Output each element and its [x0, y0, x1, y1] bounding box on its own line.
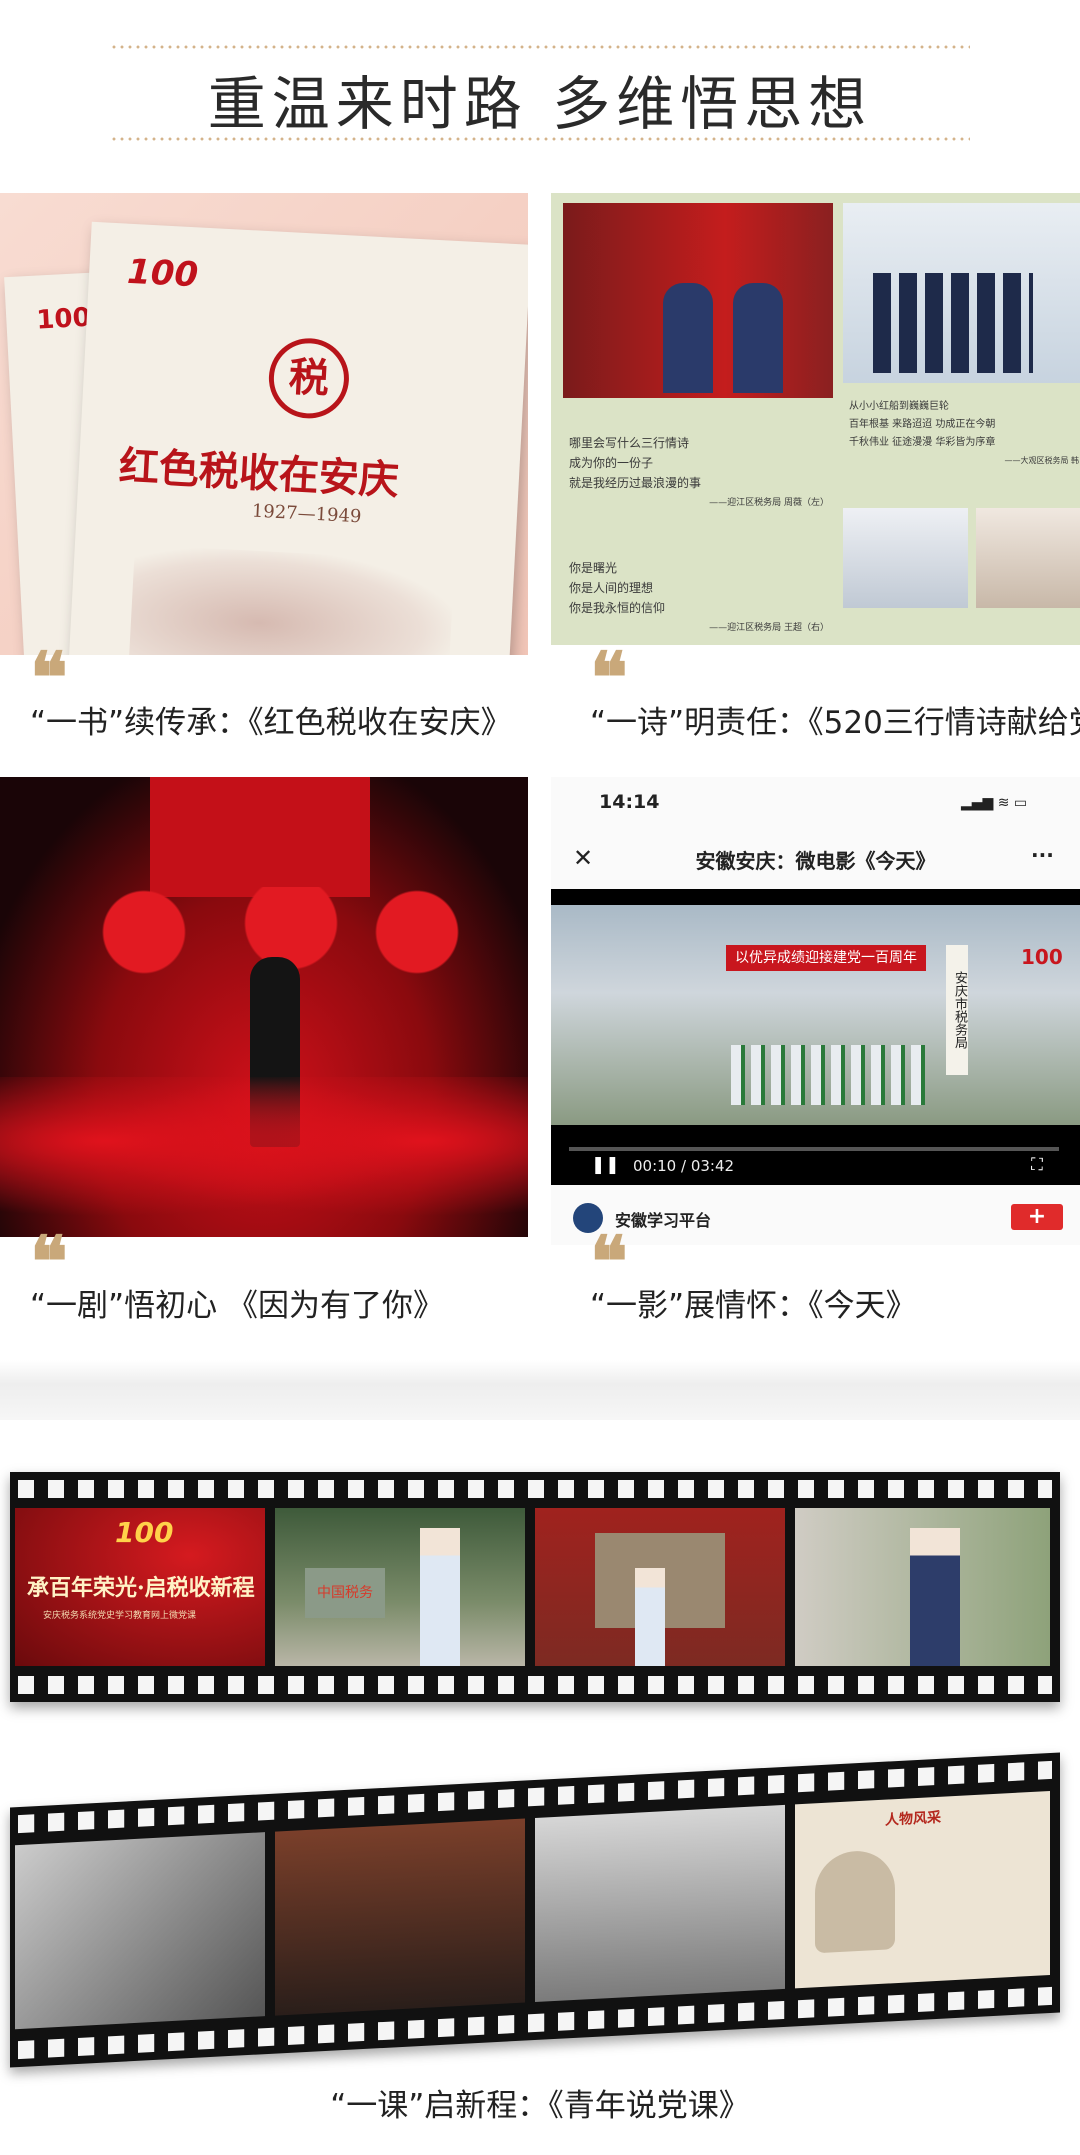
- divider-bottom: [110, 137, 970, 141]
- person-figure: [733, 283, 783, 393]
- caption-poem: “一诗”明责任：《520三行情诗献给党》: [590, 705, 1080, 741]
- book-illustration: [128, 544, 455, 655]
- film-frame: [535, 1804, 785, 2002]
- book-years: 1927—1949: [251, 500, 362, 528]
- frame-title: 人物风采: [885, 1809, 941, 1829]
- quote-icon: ❝: [590, 648, 628, 688]
- video-frame: 以优异成绩迎接建党一百周年 安庆市税务局 100: [551, 905, 1080, 1125]
- status-time: 14:14: [599, 791, 660, 813]
- book-photo: 100 100 税 红色税收在安庆 1927—1949: [0, 193, 528, 655]
- pause-icon[interactable]: ❚❚: [591, 1155, 620, 1175]
- film-frame: 人物风采: [795, 1791, 1050, 1989]
- stage-photo: [0, 777, 528, 1237]
- building-plaque: 安庆市税务局: [946, 945, 968, 1075]
- poem-collage: 哪里会写什么三行情诗 成为你的一份子 就是我经历过最浪漫的事 ——迎江区税务局 周薇…: [551, 193, 1080, 645]
- channel-name: 安徽学习平台: [615, 1211, 712, 1230]
- video-player[interactable]: 以优异成绩迎接建党一百周年 安庆市税务局 100 ❚❚ 00:10 / 03:4…: [551, 889, 1080, 1185]
- frame-title: 承百年荣光·启税收新程: [27, 1575, 255, 1601]
- page-title: 重温来时路 多维悟思想: [207, 70, 873, 138]
- portrait-sketch: [815, 1849, 895, 1954]
- group-figures: [731, 1045, 931, 1105]
- person-figure: [420, 1528, 460, 1666]
- film-frame: 100 承百年荣光·启税收新程 安庆税务系统党史学习教育网上微党课: [15, 1508, 265, 1666]
- film-holes: [18, 1480, 1052, 1498]
- film-frame: [535, 1508, 785, 1666]
- frame-subtitle: 安庆税务系统党史学习教育网上微党课: [43, 1611, 197, 1621]
- page-title-phone: 安徽安庆：微电影《今天》: [695, 849, 936, 873]
- poem-1: 哪里会写什么三行情诗 成为你的一份子 就是我经历过最浪漫的事 ——迎江区税务局 周薇…: [569, 436, 829, 508]
- follow-button[interactable]: +: [1011, 1204, 1063, 1230]
- poem-photo-1: [563, 203, 833, 398]
- film-holes: [18, 1676, 1052, 1694]
- badge-100-icon: 100: [35, 302, 92, 336]
- badge-100-icon: 100: [126, 251, 200, 296]
- page-header: 重温来时路 多维悟思想: [110, 45, 970, 145]
- phone-screenshot: 14:14 ▂▄▆ ≋ ▭ ✕ 安徽安庆：微电影《今天》 ··· 以优异成绩迎接…: [551, 777, 1080, 1245]
- poem-2: 你是曙光 你是人间的理想 你是我永恒的信仰 ——迎江区税务局 王超（右）: [569, 561, 829, 633]
- group-figures: [873, 273, 1033, 373]
- poem-3: 从小小红船到巍巍巨轮 百年根基 来路迢迢 功成正在今朝 千秋伟业 征途漫漫 华彩皆为…: [849, 401, 1079, 465]
- caption-film: “一影”展情怀：《今天》: [590, 1288, 917, 1324]
- signal-wifi-battery-icon: ▂▄▆ ≋ ▭: [961, 795, 1028, 811]
- video-banner: 以优异成绩迎接建党一百周年: [726, 945, 926, 971]
- stage-backdrop: [150, 777, 370, 897]
- film-strip-1: 100 承百年荣光·启税收新程 安庆税务系统党史学习教育网上微党课 中国税务: [10, 1472, 1060, 1702]
- video-time: 00:10 / 03:42: [633, 1157, 735, 1175]
- quote-icon: ❝: [30, 648, 68, 688]
- book-title: 红色税收在安庆: [117, 442, 400, 505]
- film-frame: [275, 1818, 525, 2016]
- film-strip-2: 人物风采: [10, 1752, 1060, 2068]
- caption-play: “一剧”悟初心 《因为有了你》: [30, 1288, 444, 1324]
- poem-photo-4: [976, 508, 1080, 608]
- badge-100-icon: 100: [115, 1516, 174, 1549]
- poem-photo-2: [843, 203, 1080, 383]
- book-front-cover: 100 税 红色税收在安庆 1927—1949: [68, 221, 528, 655]
- film-frame: [795, 1508, 1050, 1666]
- quote-icon: ❝: [590, 1232, 628, 1272]
- caption-book: “一书”续传承：《红色税收在安庆》: [30, 705, 512, 741]
- red-skirts: [0, 1077, 528, 1237]
- caption-lesson: “一课”启新程：《青年说党课》: [330, 2088, 750, 2124]
- film-frame: [15, 1832, 265, 2030]
- avatar: [573, 1203, 603, 1233]
- person-figure: [910, 1528, 960, 1666]
- film-frame: 中国税务: [275, 1508, 525, 1666]
- video-progress[interactable]: [569, 1147, 1059, 1151]
- divider-top: [110, 45, 970, 49]
- person-figure: [663, 283, 713, 393]
- fullscreen-icon[interactable]: ⛶: [1031, 1155, 1043, 1175]
- person-figure: [635, 1568, 665, 1666]
- quote-icon: ❝: [30, 1232, 68, 1272]
- torn-paper-divider: [0, 1360, 1080, 1420]
- tax-emblem-icon: 税: [266, 336, 351, 421]
- badge-100-icon: 100: [1021, 945, 1063, 969]
- stone-sign: 中国税务: [305, 1568, 385, 1618]
- poem-photo-3: [843, 508, 968, 608]
- more-icon[interactable]: ···: [1031, 843, 1054, 867]
